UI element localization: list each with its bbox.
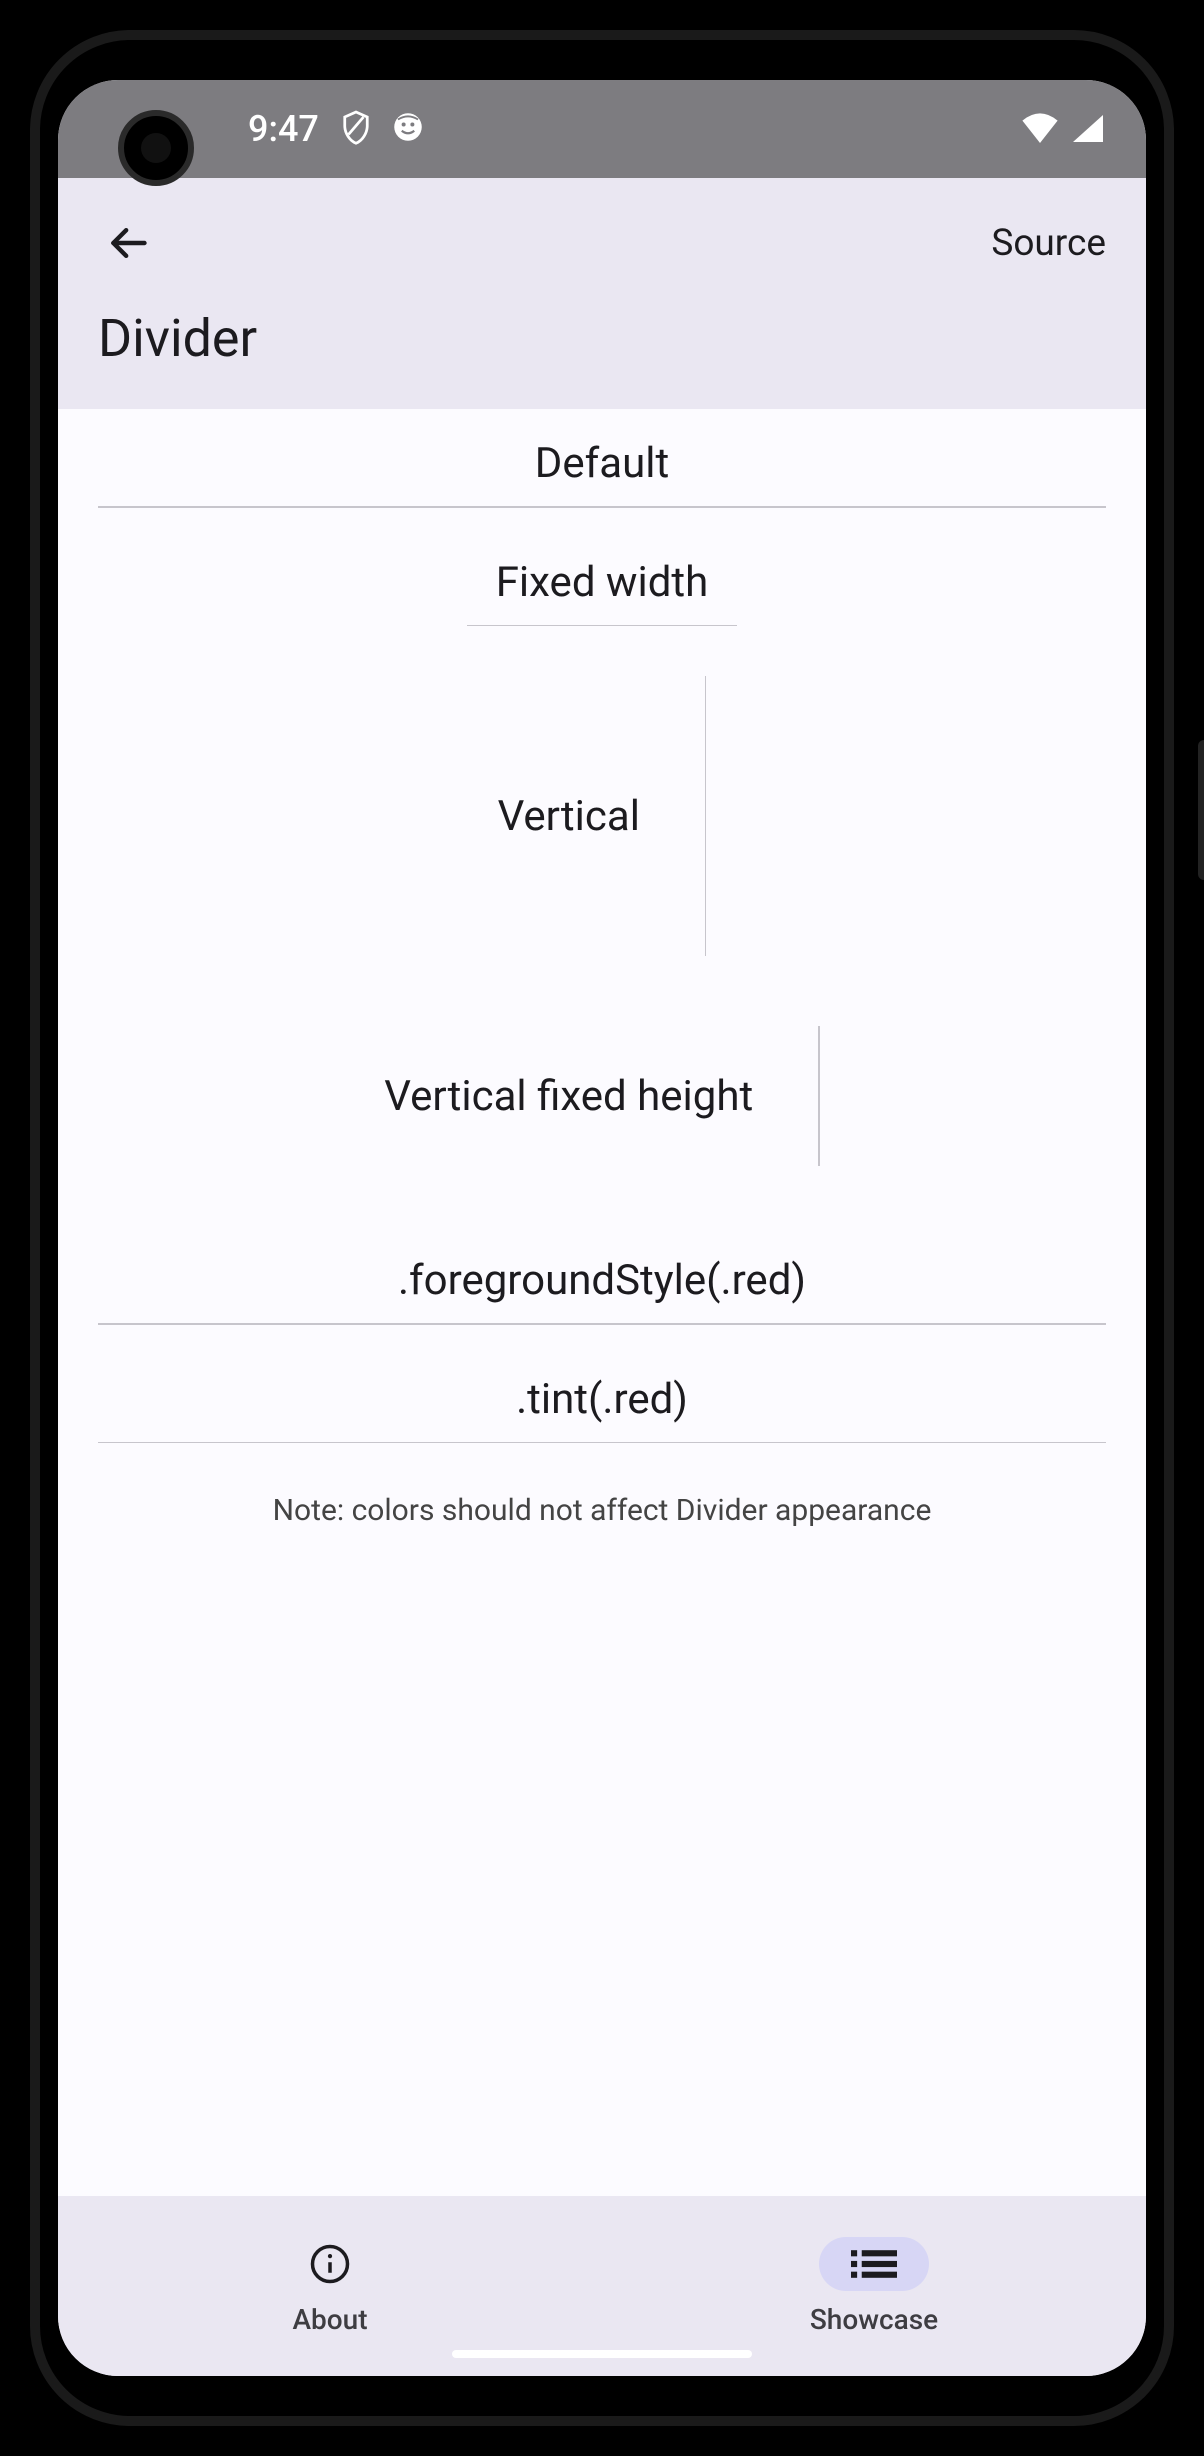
nav-about-icon-wrap: [275, 2237, 385, 2291]
demo-vertical-fixed: Vertical fixed height: [58, 1026, 1146, 1166]
phone-side-button: [1198, 740, 1204, 880]
demo-label-vertical: Vertical: [498, 792, 640, 841]
header-row: Source: [98, 208, 1106, 278]
demo-label-foreground: .foregroundStyle(.red): [98, 1256, 1106, 1323]
content-area[interactable]: Default Fixed width Vertical: [58, 409, 1146, 2196]
nav-about[interactable]: About: [58, 2196, 602, 2376]
bottom-nav: About Showcase: [58, 2196, 1146, 2376]
phone-frame: 9:47: [0, 0, 1204, 2456]
wifi-icon: [1020, 111, 1060, 147]
demo-foreground: .foregroundStyle(.red): [58, 1256, 1146, 1325]
divider-default: [98, 506, 1106, 508]
home-indicator[interactable]: [452, 2350, 752, 2358]
screen: 9:47: [58, 80, 1146, 2376]
nav-showcase-label: Showcase: [810, 2303, 938, 2336]
arrow-left-icon: [106, 221, 150, 265]
nav-about-label: About: [292, 2303, 367, 2336]
nav-showcase-icon-wrap: [819, 2237, 929, 2291]
demo-fixed-width: Fixed width: [58, 558, 1146, 627]
status-time: 9:47: [248, 108, 319, 150]
phone-inner: 9:47: [30, 30, 1174, 2426]
demo-label-tint: .tint(.red): [98, 1375, 1106, 1442]
shield-icon: [341, 109, 371, 149]
demo-label-default: Default: [98, 439, 1106, 506]
info-icon: [309, 2243, 351, 2285]
status-left: 9:47: [248, 108, 423, 150]
page-title: Divider: [98, 308, 1106, 369]
demo-label-vertical-fixed: Vertical fixed height: [384, 1072, 753, 1121]
camera-cutout: [118, 110, 194, 186]
divider-tint: [98, 1442, 1106, 1444]
divider-vertical-fixed: [818, 1026, 820, 1166]
cellular-icon: [1070, 111, 1106, 147]
divider-vertical: [705, 676, 707, 956]
app-header: Source Divider: [58, 178, 1146, 409]
demo-tint: .tint(.red): [58, 1375, 1146, 1444]
divider-fixed-width: [467, 625, 737, 627]
divider-foreground: [98, 1323, 1106, 1325]
source-link[interactable]: Source: [991, 222, 1106, 265]
status-right: [1020, 111, 1106, 147]
demo-label-fixed-width: Fixed width: [98, 558, 1106, 625]
demo-vertical: Vertical: [58, 676, 1146, 956]
nav-showcase[interactable]: Showcase: [602, 2196, 1146, 2376]
demo-default: Default: [58, 439, 1146, 508]
face-icon: [393, 112, 423, 146]
back-button[interactable]: [98, 213, 158, 273]
status-bar: 9:47: [58, 80, 1146, 178]
list-icon: [851, 2247, 897, 2281]
note-text: Note: colors should not affect Divider a…: [58, 1493, 1146, 1528]
